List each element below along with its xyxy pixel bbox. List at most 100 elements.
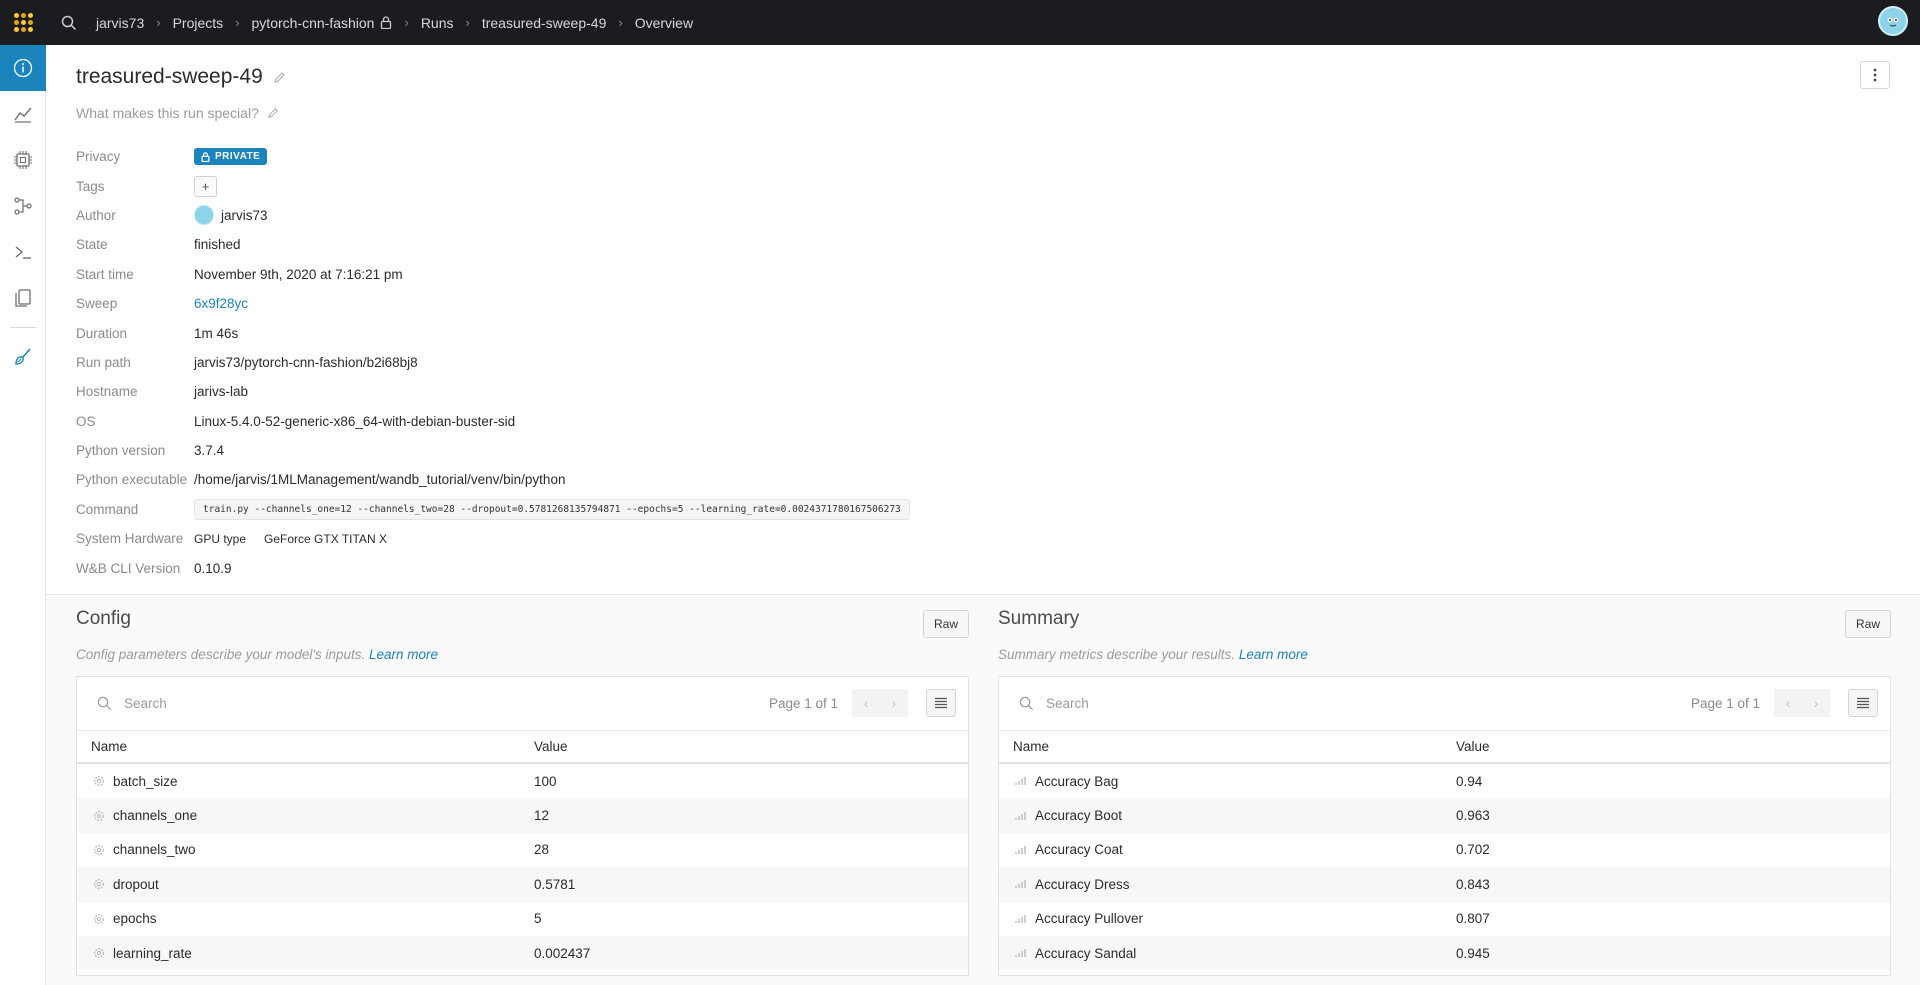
table-row[interactable]: Accuracy Coat 0.702 (999, 833, 1890, 867)
breadcrumb-project-label: pytorch-cnn-fashion (251, 14, 375, 31)
prop-value: jarvis73/pytorch-cnn-fashion/b2i68bj8 (194, 354, 418, 370)
info-icon (13, 58, 33, 78)
raw-button[interactable]: Raw (1844, 610, 1891, 638)
prop-label: Privacy (76, 149, 121, 165)
row-name: channels_two (113, 842, 196, 858)
privacy-badge[interactable]: PRIVATE (194, 148, 268, 166)
row-name: Accuracy Bag (1035, 773, 1119, 789)
table-row[interactable]: channels_two 28 (77, 833, 968, 867)
wandb-logo[interactable] (0, 0, 46, 45)
prop-cli-version: W&B CLI Version 0.10.9 (76, 553, 910, 582)
left-sidebar (0, 45, 46, 985)
row-value: 0.94 (1456, 773, 1483, 789)
model-tab[interactable] (0, 183, 46, 229)
privacy-badge-label: PRIVATE (215, 151, 261, 163)
user-avatar[interactable] (1878, 6, 1908, 36)
row-name: epochs (113, 911, 157, 927)
search-input[interactable]: Search (1019, 696, 1089, 711)
prop-privacy: Privacy PRIVATE (76, 142, 910, 171)
chevron-right-icon[interactable]: › (880, 689, 908, 717)
chevron-right-icon: › (465, 15, 470, 30)
main-content: treasured-sweep-49 What makes this run s… (46, 45, 1920, 985)
row-value: 0.963 (1456, 808, 1490, 824)
table-row[interactable]: Accuracy Pullover 0.807 (999, 902, 1890, 936)
raw-button[interactable]: Raw (922, 610, 969, 638)
pencil-icon[interactable] (267, 107, 279, 119)
table-row[interactable]: Accuracy Sandal 0.945 (999, 935, 1890, 971)
pencil-icon[interactable] (273, 71, 286, 84)
list-icon (935, 697, 947, 709)
overview-tab[interactable] (0, 45, 46, 91)
prop-label: Sweep (76, 296, 118, 312)
table-row[interactable]: Accuracy Dress 0.843 (999, 867, 1890, 902)
breadcrumb-project[interactable]: pytorch-cnn-fashion (250, 15, 395, 31)
chevron-left-icon[interactable]: ‹ (852, 689, 880, 717)
row-name: Accuracy Dress (1035, 876, 1130, 892)
prop-os: OS Linux-5.4.0-52-generic-x86_64-with-de… (76, 407, 910, 436)
table-row[interactable]: epochs 5 (77, 902, 968, 936)
breadcrumb-runs[interactable]: Runs (419, 15, 456, 31)
search-icon (1019, 696, 1034, 711)
table-row[interactable]: channels_one 12 (77, 798, 968, 833)
search-input[interactable]: Search (97, 696, 167, 711)
table-row[interactable]: dropout 0.5781 (77, 867, 968, 902)
prop-label: Command (76, 501, 139, 517)
table-row[interactable]: Accuracy Bag 0.94 (999, 764, 1890, 798)
columns-button[interactable] (926, 689, 956, 717)
system-icon (14, 151, 32, 169)
gear-icon (94, 810, 104, 821)
prop-label: W&B CLI Version (76, 560, 181, 576)
run-overview: treasured-sweep-49 What makes this run s… (46, 45, 1920, 595)
sweep-brush-icon (15, 348, 31, 365)
table-row[interactable]: batch_size 100 (77, 764, 968, 798)
row-name: batch_size (113, 773, 178, 789)
column-header-name[interactable]: Name (77, 739, 534, 754)
table-row[interactable]: learning_rate 0.002437 (77, 935, 968, 971)
top-bar: jarvis73 › Projects › pytorch-cnn-fashio… (0, 0, 1920, 45)
column-header-name[interactable]: Name (999, 739, 1456, 754)
sweep-link[interactable]: 6x9f28yc (194, 296, 248, 311)
breadcrumb-projects[interactable]: Projects (171, 15, 226, 31)
row-value: 12 (534, 808, 550, 824)
kebab-menu-icon (1873, 68, 1877, 82)
breadcrumb-page[interactable]: Overview (633, 15, 695, 31)
chart-icon (14, 107, 32, 123)
more-options-button[interactable] (1860, 61, 1890, 89)
sweep-tab[interactable] (0, 334, 46, 380)
logs-tab[interactable] (0, 229, 46, 275)
author-name[interactable]: jarvis73 (221, 208, 268, 223)
bar-chart-icon (1015, 914, 1026, 923)
system-tab[interactable] (0, 137, 46, 183)
search-icon (97, 696, 112, 711)
bar-chart-icon (1015, 777, 1026, 786)
row-name: learning_rate (113, 945, 192, 961)
run-title-text: treasured-sweep-49 (76, 65, 263, 88)
page-indicator: Page 1 of 1 (1690, 695, 1760, 711)
gear-icon (94, 948, 104, 959)
panel-title: Config (76, 608, 131, 629)
files-tab[interactable] (0, 275, 46, 321)
row-value: 0.002437 (534, 945, 591, 961)
run-description[interactable]: What makes this run special? (76, 105, 279, 121)
pagination: Page 1 of 1 ‹ › (769, 689, 956, 717)
add-tag-button[interactable]: + (194, 175, 217, 197)
breadcrumb-run[interactable]: treasured-sweep-49 (480, 15, 609, 31)
charts-tab[interactable] (0, 91, 46, 137)
columns-button[interactable] (1848, 689, 1878, 717)
prop-hostname: Hostname jarivs-lab (76, 377, 910, 406)
files-icon (15, 289, 31, 307)
learn-more-link[interactable]: Learn more (1239, 647, 1308, 662)
breadcrumb-user[interactable]: jarvis73 (94, 15, 146, 31)
column-header-value[interactable]: Value (534, 739, 568, 754)
row-name: Accuracy Boot (1035, 808, 1123, 824)
learn-more-link[interactable]: Learn more (369, 647, 438, 662)
search-icon[interactable] (50, 0, 88, 45)
table-row[interactable]: Accuracy Boot 0.963 (999, 798, 1890, 833)
row-value: 0.945 (1456, 945, 1490, 961)
breadcrumb: jarvis73 › Projects › pytorch-cnn-fashio… (94, 15, 695, 31)
column-header-value[interactable]: Value (1456, 739, 1490, 754)
chevron-right-icon[interactable]: › (1802, 689, 1830, 717)
row-value: 0.843 (1456, 876, 1490, 892)
chevron-left-icon[interactable]: ‹ (1774, 689, 1802, 717)
avatar (194, 205, 214, 226)
